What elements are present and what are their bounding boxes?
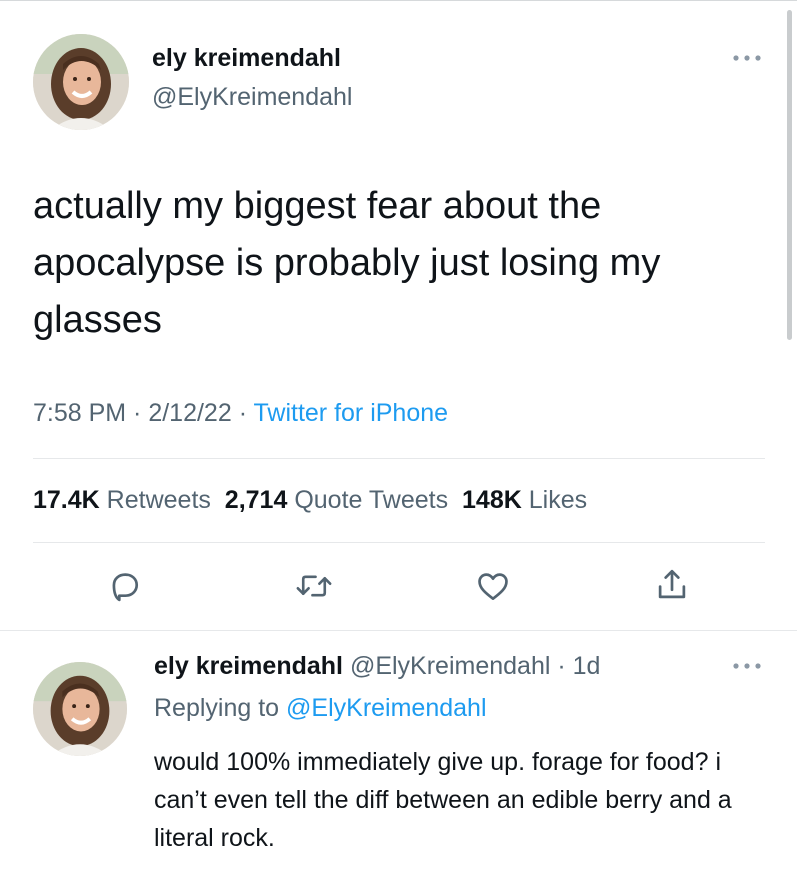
likes-stat[interactable]: 148K Likes bbox=[462, 486, 587, 514]
like-icon[interactable] bbox=[473, 567, 513, 605]
meta-separator: · bbox=[126, 399, 149, 427]
reply-avatar[interactable] bbox=[33, 662, 127, 756]
divider bbox=[33, 458, 765, 459]
tweet-text: actually my biggest fear about the apoca… bbox=[33, 185, 661, 341]
tweet-date[interactable]: 2/12/22 bbox=[148, 399, 231, 427]
more-horizontal-icon[interactable] bbox=[730, 52, 764, 64]
reply-author-name[interactable]: ely kreimendahl bbox=[154, 652, 343, 680]
top-border bbox=[0, 0, 797, 1]
quote-label: Quote Tweets bbox=[294, 486, 449, 514]
replying-to-prefix: Replying to bbox=[154, 694, 287, 722]
retweets-stat[interactable]: 17.4K Retweets bbox=[33, 486, 211, 514]
tweet-meta: 7:58 PM · 2/12/22 · Twitter for iPhone bbox=[33, 399, 448, 428]
quote-tweets-stat[interactable]: 2,714 Quote Tweets bbox=[225, 486, 448, 514]
share-icon[interactable] bbox=[653, 565, 691, 605]
replying-to: Replying to @ElyKreimendahl bbox=[154, 694, 487, 723]
avatar-photo bbox=[33, 662, 127, 756]
likes-count: 148K bbox=[462, 486, 522, 514]
likes-label: Likes bbox=[528, 486, 588, 514]
retweet-icon[interactable] bbox=[294, 567, 334, 605]
avatar[interactable] bbox=[33, 34, 129, 130]
retweets-label: Retweets bbox=[106, 486, 211, 514]
section-divider bbox=[0, 630, 797, 631]
retweets-count: 17.4K bbox=[33, 486, 100, 514]
reply-text: would 100% immediately give up. forage f… bbox=[154, 748, 732, 852]
divider bbox=[33, 542, 765, 543]
tweet-source[interactable]: Twitter for iPhone bbox=[254, 399, 449, 427]
tweet-stats: 17.4K Retweets 2,714 Quote Tweets 148K L… bbox=[33, 486, 587, 515]
reply-icon[interactable] bbox=[106, 567, 144, 605]
tweet-time[interactable]: 7:58 PM bbox=[33, 399, 126, 427]
reply-header: ely kreimendahl @ElyKreimendahl · 1d bbox=[154, 652, 600, 681]
scrollbar[interactable] bbox=[787, 10, 792, 340]
author-handle[interactable]: @ElyKreimendahl bbox=[152, 83, 352, 112]
meta-separator: · bbox=[231, 399, 254, 427]
reply-more-icon[interactable] bbox=[730, 660, 764, 672]
quote-count: 2,714 bbox=[224, 486, 288, 514]
avatar-photo bbox=[33, 34, 129, 130]
meta-separator: · bbox=[550, 652, 573, 680]
reply-age[interactable]: 1d bbox=[573, 652, 601, 680]
reply-author-handle[interactable]: @ElyKreimendahl bbox=[350, 652, 550, 680]
replying-to-mention[interactable]: @ElyKreimendahl bbox=[286, 694, 486, 722]
author-name[interactable]: ely kreimendahl bbox=[152, 44, 341, 73]
